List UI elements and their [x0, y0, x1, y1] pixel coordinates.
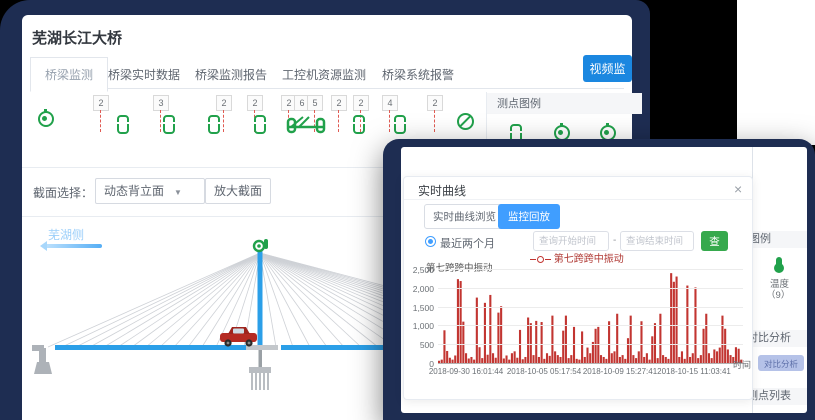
temperature-count: （9） [766, 287, 790, 301]
recent-two-months-label: 最近两个月 [440, 235, 495, 251]
x-tick-label: 2018-10-09 15:27:41 [583, 367, 657, 376]
query-button[interactable]: 查询 [701, 231, 728, 251]
bridge-tower [258, 250, 263, 347]
car [220, 327, 257, 347]
chart-title: 第七跨跨中振动 [426, 260, 493, 274]
chain-link-icon[interactable] [163, 115, 175, 134]
tab-realtime-curve-browse[interactable]: 实时曲线浏览 [424, 204, 505, 229]
x-tick-label: 2018-10-05 05:17:54 [507, 367, 581, 376]
sliver-compare-title: 对比分析 [753, 332, 791, 344]
realtime-curve-dialog: 实时曲线 × 实时曲线浏览 监控回放 最近两个月 - 查询 第七跨跨中振动 第七… [403, 176, 753, 400]
close-icon[interactable]: × [734, 182, 742, 196]
sensor-count-badge: 2 [331, 95, 347, 111]
query-end-time-input[interactable] [620, 231, 694, 251]
abutment-pier [32, 345, 52, 374]
chain-link-icon[interactable] [353, 115, 365, 134]
y-tick-label: 1,500 [408, 303, 434, 313]
y-tick-label: 0 [408, 359, 434, 369]
sliver-legend-header: 测点图例 [753, 231, 807, 248]
query-start-time-input[interactable] [533, 231, 609, 251]
sensor-count-badge: 4 [382, 95, 398, 111]
x-axis-title: 时间 [733, 358, 751, 371]
recent-two-months-radio[interactable] [425, 236, 436, 247]
sensor-count-badge: 2 [216, 95, 232, 111]
sensor-dashline [389, 110, 390, 132]
thermometer-icon[interactable] [776, 257, 782, 270]
legend-marker-line [545, 259, 551, 260]
modal-window: 测点图例 温度 （9） 对比分析 对比分析 测点列表 实时曲线 × 实时曲线浏览… [401, 147, 807, 413]
range-separator: - [613, 235, 616, 246]
sensor-dashline [223, 110, 224, 132]
sensor-dashline [434, 110, 435, 132]
sliver-list-title: 测点列表 [753, 390, 791, 402]
sliver-list-header: 测点列表 [753, 388, 807, 405]
chevron-down-icon: ▼ [174, 188, 182, 197]
x-axis-line [438, 363, 745, 364]
y-tick-label: 500 [408, 340, 434, 350]
chain-link-icon[interactable] [394, 115, 406, 134]
tab-monitor-playback[interactable]: 监控回放 [498, 204, 560, 229]
section-select-dropdown[interactable]: 动态背立面 ▼ [95, 178, 205, 204]
legend-label: 第七跨跨中振动 [554, 254, 624, 265]
sliver-legend-title: 测点图例 [753, 233, 771, 245]
gridline [438, 288, 743, 289]
legend-marker-icon [537, 256, 544, 263]
y-tick-label: 1,000 [408, 321, 434, 331]
sensor-dashline [338, 110, 339, 132]
chart-legend[interactable]: 第七跨跨中振动 [530, 250, 624, 265]
gridline [438, 325, 743, 326]
chain-link-icon[interactable] [254, 115, 266, 134]
section-select-value: 动态背立面 [104, 184, 164, 198]
no-data-icon[interactable] [457, 113, 474, 130]
tower-top-sensor-icon [254, 239, 268, 251]
sensor-count-badge: 3 [153, 95, 169, 111]
gridline [438, 344, 743, 345]
compare-analysis-button[interactable]: 对比分析 [758, 355, 804, 371]
chain-link-icon[interactable] [117, 115, 129, 134]
screenshot-stage: 芜湖长江大桥 桥梁监测 桥梁实时数据 桥梁监测报告 工控机资源监测 桥梁系统报警… [0, 0, 815, 420]
dialog-header-divider [404, 199, 752, 200]
section-select-label: 截面选择： [33, 184, 93, 201]
dialog-title: 实时曲线 [418, 182, 466, 199]
y-tick-label: 2,000 [408, 284, 434, 294]
sensor-count-badge: 2 [247, 95, 263, 111]
sensor-count-badge: 5 [307, 95, 323, 111]
sensor-count-badge: 2 [93, 95, 109, 111]
bridge-sensor-icon[interactable] [285, 113, 327, 135]
sensor-count-badge: 2 [353, 95, 369, 111]
sensor-dashline [100, 110, 101, 132]
sensor-dashline [160, 110, 161, 132]
x-tick-label: 2018-10-15 11:03:41 [657, 367, 731, 376]
anemometer-icon[interactable] [38, 111, 54, 127]
chain-link-icon[interactable] [208, 115, 220, 134]
legend-panel-header: 测点图例 [487, 93, 642, 114]
legend-marker-line [530, 259, 536, 260]
background-white-block [737, 0, 815, 145]
x-tick-label: 2018-09-30 16:01:44 [429, 367, 503, 376]
sensor-count-badge: 2 [427, 95, 443, 111]
chart-bars [438, 269, 743, 363]
sliver-compare-header: 对比分析 [753, 330, 807, 347]
zoom-section-button[interactable]: 放大截面 [205, 178, 271, 204]
legend-panel-title: 测点图例 [497, 98, 541, 110]
gridline [438, 307, 743, 308]
